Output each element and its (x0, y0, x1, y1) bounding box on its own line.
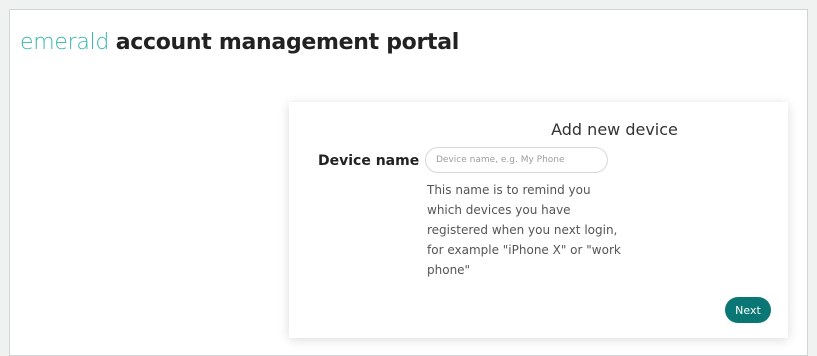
brand-accent-text: emerald (20, 30, 110, 55)
brand-main-text: account management portal (115, 30, 460, 55)
device-name-label: Device name (318, 153, 420, 169)
brand-logo: emerald account management portal (20, 30, 459, 55)
device-name-input[interactable] (425, 147, 608, 173)
device-name-help-text: This name is to remind you which devices… (427, 183, 621, 277)
portal-page: emerald account management portal Add ne… (9, 9, 808, 356)
next-button[interactable]: Next (725, 297, 771, 323)
card-title: Add new device (551, 120, 678, 139)
add-device-card: Add new device Device name This name is … (289, 102, 788, 338)
